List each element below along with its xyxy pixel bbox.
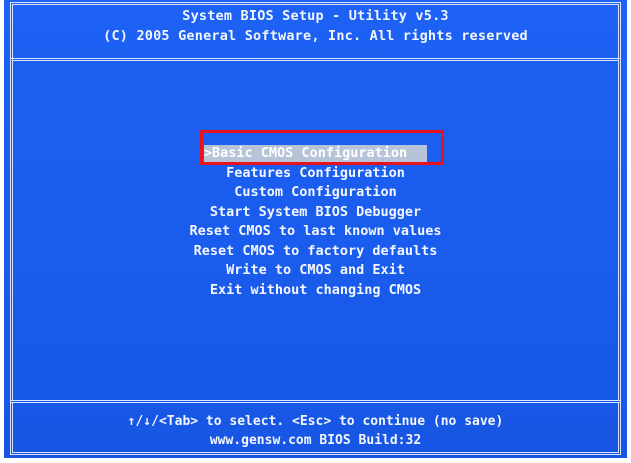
- menu-item-reset-cmos-factory[interactable]: Reset CMOS to factory defaults: [4, 242, 627, 262]
- bios-title: System BIOS Setup - Utility v5.3: [182, 8, 449, 24]
- menu-item-custom-configuration[interactable]: Custom Configuration: [4, 183, 627, 203]
- bios-screen: System BIOS Setup - Utility v5.3 (C) 200…: [4, 0, 627, 458]
- copyright-notice: (C) 2005 General Software, Inc. All righ…: [103, 28, 528, 44]
- menu-item-features-configuration[interactable]: Features Configuration: [4, 164, 627, 184]
- annotation-highlight-box: [200, 130, 444, 165]
- bios-build-info: www.gensw.com BIOS Build:32: [209, 433, 422, 448]
- menu-item-start-bios-debugger[interactable]: Start System BIOS Debugger: [4, 203, 627, 223]
- navigation-help: ↑/↓/<Tab> to select. <Esc> to continue (…: [127, 414, 504, 429]
- photo-frame: System BIOS Setup - Utility v5.3 (C) 200…: [0, 0, 631, 463]
- menu-item-reset-cmos-last-known[interactable]: Reset CMOS to last known values: [4, 222, 627, 242]
- setup-menu: >Basic CMOS Configuration Features Confi…: [4, 144, 627, 300]
- menu-item-exit-without-changing[interactable]: Exit without changing CMOS: [4, 281, 627, 301]
- menu-item-write-cmos-exit[interactable]: Write to CMOS and Exit: [4, 261, 627, 281]
